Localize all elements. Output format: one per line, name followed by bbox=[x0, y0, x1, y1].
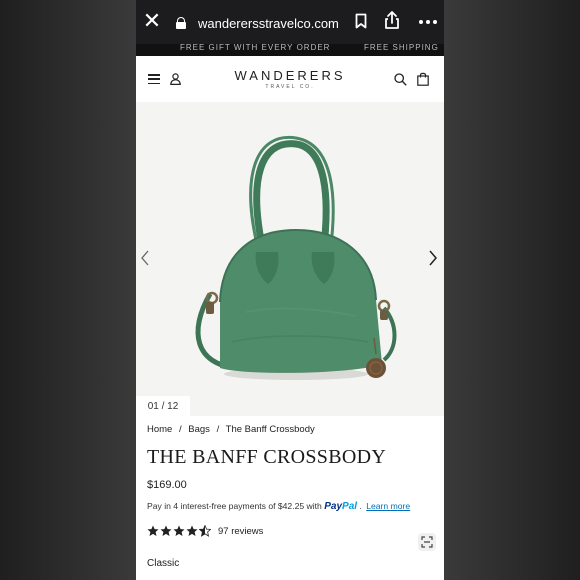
cart-icon[interactable] bbox=[417, 72, 429, 86]
variant-label: Classic bbox=[147, 558, 180, 569]
counter-total: 12 bbox=[167, 401, 179, 412]
left-backdrop bbox=[0, 0, 136, 580]
paypal-installments: Pay in 4 interest-free payments of $42.2… bbox=[147, 501, 410, 512]
product-title: THE BANFF CROSSBODY bbox=[147, 446, 387, 468]
paypal-text: Pay in 4 interest-free payments of $42.2… bbox=[147, 501, 322, 511]
lock-icon bbox=[176, 17, 186, 29]
breadcrumb-separator: / bbox=[178, 424, 182, 435]
counter-separator: / bbox=[161, 401, 165, 412]
review-count[interactable]: 97 reviews bbox=[218, 526, 263, 537]
previous-image-arrow-icon[interactable] bbox=[140, 250, 150, 266]
star-icon bbox=[147, 525, 159, 536]
product-gallery[interactable] bbox=[136, 102, 444, 416]
breadcrumb-bags[interactable]: Bags bbox=[188, 424, 210, 435]
breadcrumb-home[interactable]: Home bbox=[147, 424, 172, 435]
close-icon[interactable]: ✕ bbox=[142, 11, 162, 33]
scan-icon[interactable] bbox=[418, 533, 436, 551]
star-rating bbox=[147, 525, 212, 537]
logo-sub: TRAVEL CO. bbox=[265, 84, 315, 90]
star-icon bbox=[160, 525, 172, 536]
menu-icon[interactable] bbox=[148, 74, 160, 84]
star-icon bbox=[186, 525, 198, 536]
counter-current: 01 bbox=[147, 401, 159, 412]
url-text: wanderersstravelco.com bbox=[198, 15, 339, 31]
right-backdrop bbox=[444, 0, 580, 580]
product-price: $169.00 bbox=[147, 479, 187, 491]
breadcrumb: Home / Bags / The Banff Crossbody bbox=[147, 424, 319, 435]
url-bar[interactable]: wanderersstravelco.com bbox=[166, 10, 354, 36]
paypal-dot: . bbox=[359, 501, 362, 511]
rating[interactable]: 97 reviews bbox=[147, 525, 263, 537]
site-logo[interactable]: WANDERERS TRAVEL CO. bbox=[226, 68, 354, 90]
promo-bar: FREE GIFT WITH EVERY ORDER FREE SHIPPING bbox=[136, 44, 444, 56]
logo-main: WANDERERS bbox=[234, 68, 346, 83]
share-icon[interactable] bbox=[383, 10, 401, 30]
site-header: WANDERERS TRAVEL CO. bbox=[136, 56, 444, 102]
promo-right: FREE SHIPPING bbox=[364, 44, 439, 52]
star-icon bbox=[173, 525, 185, 536]
product-photo bbox=[195, 135, 397, 380]
half-star-icon bbox=[199, 525, 211, 537]
account-icon[interactable] bbox=[170, 73, 181, 85]
phone-screen: ✕ wanderersstravelco.com FREE GIFT WITH … bbox=[136, 0, 444, 580]
bookmark-icon[interactable] bbox=[355, 13, 367, 29]
promo-left: FREE GIFT WITH EVERY ORDER bbox=[180, 44, 331, 52]
breadcrumb-separator: / bbox=[216, 424, 220, 435]
image-counter: 01 / 12 bbox=[136, 396, 190, 418]
breadcrumb-current[interactable]: The Banff Crossbody bbox=[226, 424, 315, 435]
learn-more-link[interactable]: Learn more bbox=[366, 501, 410, 511]
more-icon[interactable] bbox=[419, 20, 437, 24]
paypal-logo: PayPal bbox=[324, 501, 358, 512]
search-icon[interactable] bbox=[394, 73, 407, 86]
next-image-arrow-icon[interactable] bbox=[428, 250, 438, 266]
browser-bar: ✕ wanderersstravelco.com bbox=[136, 0, 444, 44]
